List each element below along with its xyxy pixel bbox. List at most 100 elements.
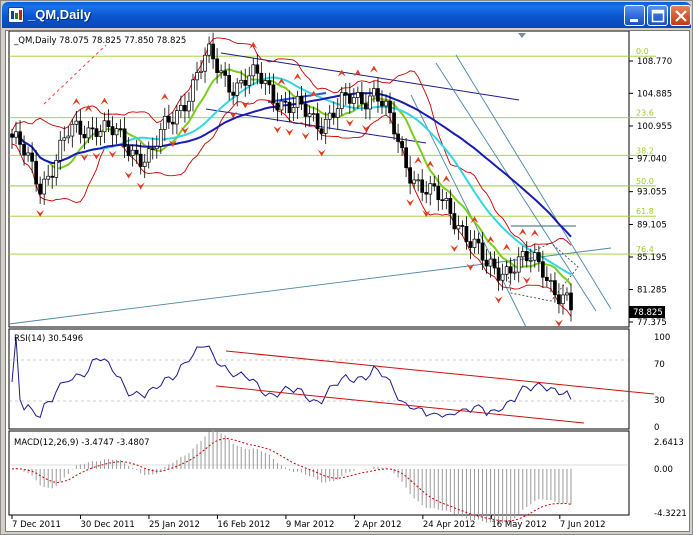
long-trend-line[interactable]: [8, 247, 612, 325]
fractal-up-icon: [502, 243, 511, 251]
candle-body: [400, 141, 404, 149]
fractal-up-icon: [100, 97, 109, 105]
candle-body: [122, 128, 127, 147]
fib-level-label: 50.0: [636, 177, 654, 186]
candle-body: [408, 167, 412, 184]
candle-body: [74, 120, 79, 125]
candle-body: [404, 147, 408, 169]
candle-body: [98, 131, 103, 137]
candle-body: [553, 280, 557, 296]
down-channel-line-1[interactable]: [455, 54, 612, 310]
candle-body: [536, 252, 541, 263]
title-bar[interactable]: _QM,Daily: [2, 2, 691, 28]
candle-body: [46, 175, 51, 180]
fractal-up-icon: [442, 175, 451, 183]
fractal-up-icon: [369, 65, 378, 73]
candle-body: [488, 258, 493, 267]
candle-body: [396, 133, 400, 142]
chart-shift-marker-icon[interactable]: [518, 33, 526, 38]
candle-body: [420, 179, 425, 193]
price-tick-label: 85.195: [637, 253, 667, 263]
fractal-down-icon: [406, 199, 415, 207]
candle-body: [484, 259, 489, 267]
minimize-button[interactable]: [624, 5, 645, 26]
maximize-icon: [651, 9, 665, 23]
macd-axis: 2.6413 0.00 -4.3221: [654, 438, 687, 519]
candle-body: [146, 148, 151, 163]
macd-signal-line: [11, 437, 572, 522]
candle-body: [211, 43, 215, 60]
price-tick-label: 104.885: [637, 89, 672, 99]
candle-body: [388, 100, 392, 114]
down-channel-line-3[interactable]: [435, 62, 597, 312]
fractal-down-icon: [92, 152, 101, 160]
candle-body: [436, 185, 441, 201]
close-button[interactable]: [670, 5, 691, 26]
macd-panel[interactable]: MACD(12,26,9) -3.4747 -3.4807 2.6413 0.00…: [9, 430, 687, 524]
rsi-tick-label: 100: [654, 333, 670, 343]
chart-window-icon[interactable]: [8, 7, 24, 23]
candle-body: [512, 271, 517, 274]
date-tick-label: 24 Apr 2012: [423, 520, 476, 530]
fractal-up-icon: [353, 69, 362, 77]
chart-canvas[interactable]: 0.023.638.250.061.876.4 _QM,Daily 78.075…: [6, 31, 691, 533]
fractal-down-icon: [124, 171, 133, 179]
chart-window: _QM,Daily 0.0 23.6 38.2 50.0 61.8 76.4 _…: [0, 0, 693, 535]
fractal-down-icon: [522, 276, 531, 284]
chart-area[interactable]: 0.0 23.6 38.2 50.0 61.8 76.4 _QM,Daily 7…: [5, 30, 690, 532]
date-tick-label: 2 Apr 2012: [354, 520, 401, 530]
maximize-button[interactable]: [647, 5, 668, 26]
rsi-tick-label: 30: [654, 396, 665, 406]
fractal-down-icon: [273, 125, 282, 133]
window-title: _QM,Daily: [28, 7, 91, 22]
fractal-up-icon: [337, 69, 346, 77]
fractal-down-icon: [466, 263, 475, 271]
fib-level-label: 23.6: [636, 109, 654, 118]
rsi-panel[interactable]: RSI(14) 30.5496 100 70 30 0: [9, 333, 670, 433]
candle-body: [235, 82, 240, 96]
fractal-down-icon: [241, 101, 250, 109]
candle-body: [10, 133, 14, 138]
price-tick-label: 93.055: [637, 188, 667, 198]
fractal-up-icon: [530, 229, 539, 237]
candle-body: [138, 153, 143, 167]
price-candles[interactable]: [10, 32, 573, 322]
ma-navy-line: [11, 92, 572, 238]
candle-body: [569, 292, 573, 311]
ma-green-line: [11, 68, 572, 286]
candle-body: [162, 116, 167, 130]
candle-body: [561, 294, 565, 305]
fractal-down-icon: [108, 150, 117, 158]
candle-body: [34, 160, 38, 185]
price-tick-label: 81.285: [637, 285, 667, 295]
price-panel-header: _QM,Daily 78.075 78.825 77.850 78.825: [13, 36, 186, 46]
candle-body: [223, 70, 227, 76]
rsi-panel-frame: [8, 328, 630, 430]
candle-body: [331, 112, 336, 118]
candle-body: [380, 100, 384, 107]
candle-body: [62, 137, 67, 141]
candle-body: [94, 128, 99, 137]
date-tick-label: 7 Jun 2012: [560, 520, 606, 530]
candle-body: [545, 276, 549, 281]
rsi-trend-lower[interactable]: [215, 385, 585, 424]
candle-body: [364, 103, 368, 110]
candle-body: [448, 198, 453, 214]
candle-body: [183, 105, 187, 112]
bollinger-bands[interactable]: [11, 37, 572, 317]
moving-averages[interactable]: [11, 68, 572, 286]
candle-body: [243, 79, 248, 86]
date-tick-label: 30 Dec 2011: [80, 520, 134, 530]
rsi-trend-upper[interactable]: [225, 350, 655, 395]
dashed-projection-line[interactable]: [43, 44, 107, 105]
candle-body: [452, 213, 457, 230]
candle-body: [50, 175, 55, 178]
candle-body: [54, 160, 59, 178]
candle-body: [219, 70, 223, 73]
fractal-up-icon: [293, 73, 302, 81]
candle-body: [154, 146, 159, 150]
candle-body: [287, 101, 292, 114]
candle-body: [476, 238, 481, 244]
candle-body: [158, 129, 163, 147]
candle-body: [215, 58, 219, 73]
